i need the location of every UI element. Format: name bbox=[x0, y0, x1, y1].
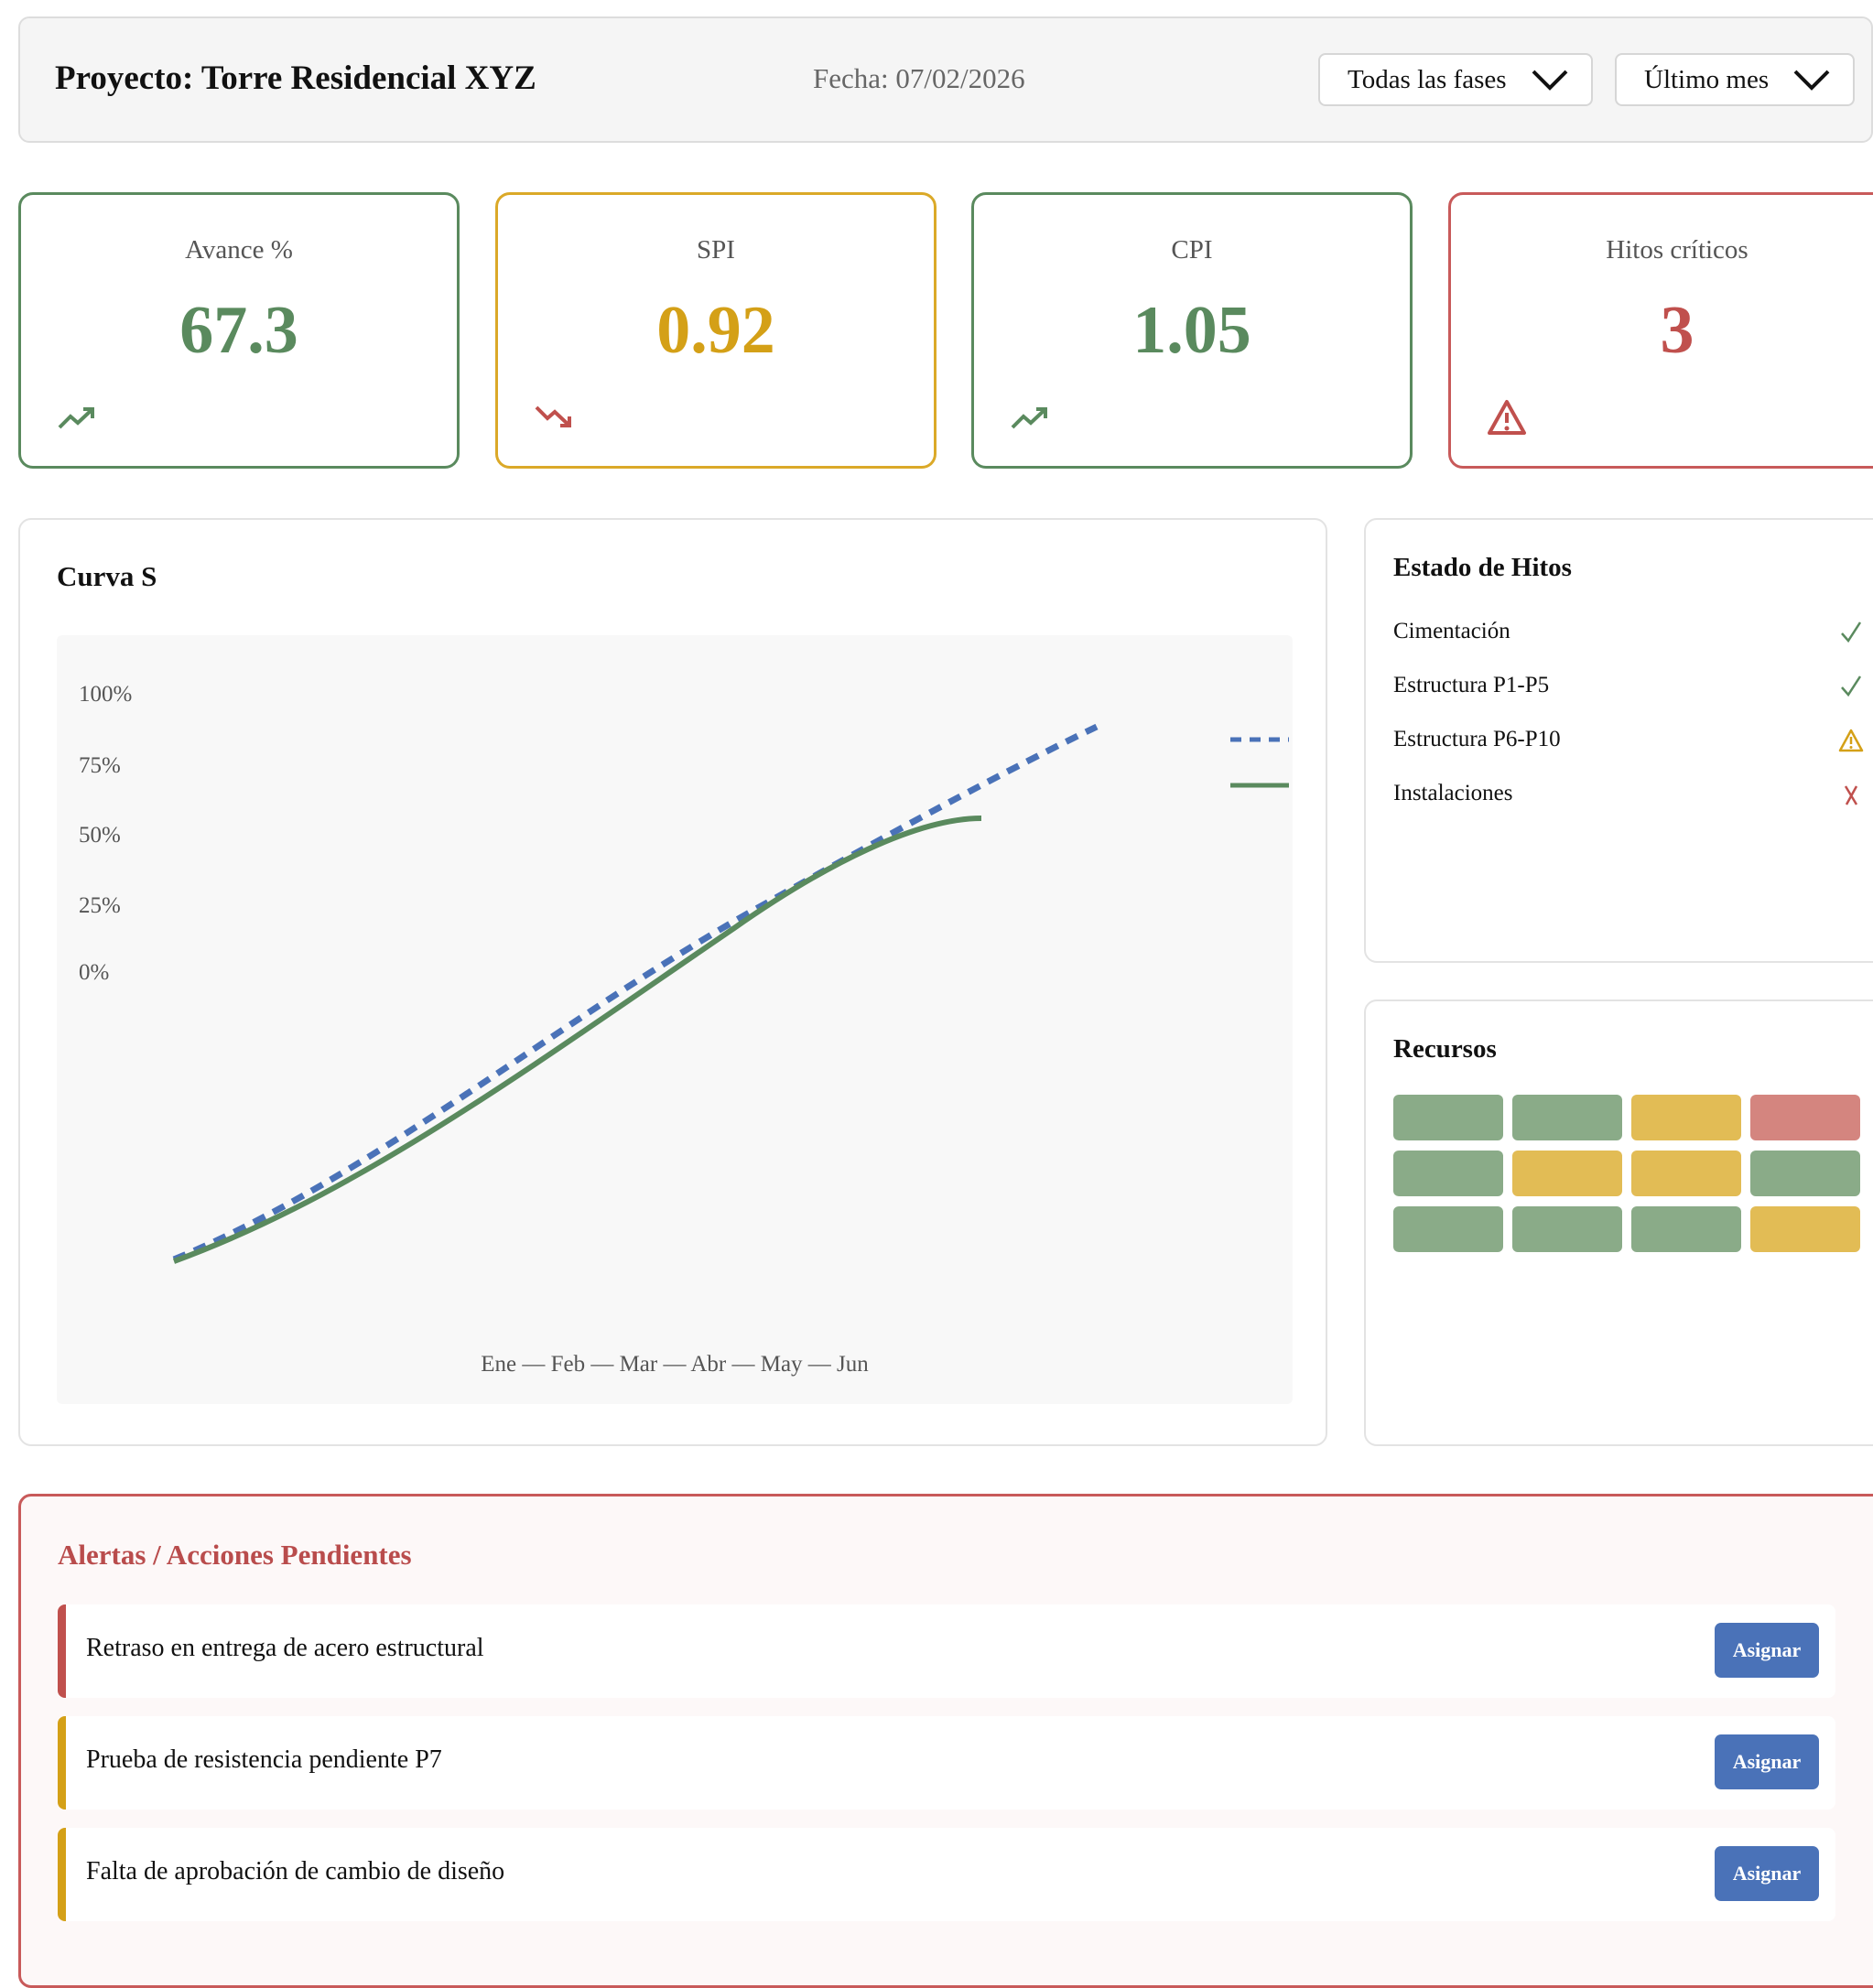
period-filter-value: Último mes bbox=[1644, 64, 1770, 94]
resource-cell-green bbox=[1750, 1151, 1860, 1196]
milestones-panel: Estado de Hitos Cimentación Estructura P… bbox=[1364, 518, 1873, 963]
alert-item: Prueba de resistencia pendiente P7 Asign… bbox=[58, 1716, 1835, 1810]
alert-text: Prueba de resistencia pendiente P7 bbox=[86, 1745, 442, 1774]
s-curve-panel: Curva S 100% 75% 50% 25% 0% Pl Re Ene — … bbox=[18, 518, 1327, 1446]
warning-icon bbox=[1838, 729, 1864, 752]
kpi-card-cpi: CPI 1.05 bbox=[971, 192, 1413, 469]
milestone-item: Cimentación bbox=[1393, 619, 1864, 655]
kpi-value: 3 bbox=[1660, 293, 1694, 368]
alerts-title: Alertas / Acciones Pendientes bbox=[58, 1539, 412, 1571]
kpi-value: 67.3 bbox=[179, 293, 298, 368]
s-curve-title: Curva S bbox=[57, 560, 157, 592]
dashboard-header: Proyecto: Torre Residencial XYZ Fecha: 0… bbox=[18, 16, 1873, 143]
assign-button[interactable]: Asignar bbox=[1715, 1846, 1819, 1901]
chevron-down-icon bbox=[1532, 70, 1568, 91]
trending-up-icon bbox=[1011, 407, 1047, 429]
phase-filter-select[interactable]: Todas las fases bbox=[1318, 53, 1593, 106]
resource-cell-green bbox=[1631, 1206, 1741, 1252]
s-curve-chart: 100% 75% 50% 25% 0% Pl Re Ene — Feb — Ma… bbox=[57, 635, 1293, 1404]
warning-icon bbox=[1488, 400, 1526, 435]
project-title: Proyecto: Torre Residencial XYZ bbox=[55, 59, 536, 97]
resources-title: Recursos bbox=[1393, 1034, 1497, 1064]
kpi-card-avance: Avance % 67.3 bbox=[18, 192, 460, 469]
y-tick-label: 25% bbox=[79, 893, 121, 918]
resource-cell-yellow bbox=[1631, 1095, 1741, 1140]
kpi-card-spi: SPI 0.92 bbox=[495, 192, 936, 469]
milestone-name: Estructura P1-P5 bbox=[1393, 673, 1550, 697]
milestone-name: Estructura P6-P10 bbox=[1393, 727, 1561, 751]
chevron-down-icon bbox=[1793, 70, 1830, 91]
real-series-line bbox=[172, 816, 982, 1264]
resource-cell-yellow bbox=[1631, 1151, 1741, 1196]
kpi-label: CPI bbox=[1171, 235, 1213, 265]
milestone-name: Instalaciones bbox=[1393, 781, 1513, 805]
y-tick-label: 75% bbox=[79, 753, 121, 778]
y-tick-label: 100% bbox=[79, 682, 132, 707]
kpi-label: Hitos críticos bbox=[1606, 235, 1748, 265]
phase-filter-value: Todas las fases bbox=[1348, 64, 1507, 94]
resource-cell-green bbox=[1512, 1206, 1622, 1252]
kpi-card-hitos-criticos: Hitos críticos 3 bbox=[1448, 192, 1873, 469]
milestone-name: Cimentación bbox=[1393, 619, 1510, 643]
resource-cell-green bbox=[1512, 1095, 1622, 1140]
alert-item: Retraso en entrega de acero estructural … bbox=[58, 1604, 1835, 1698]
assign-button[interactable]: Asignar bbox=[1715, 1734, 1819, 1789]
x-axis-label: Ene — Feb — Mar — Abr — May — Jun bbox=[481, 1352, 869, 1377]
trending-down-icon bbox=[535, 405, 571, 427]
cross-icon bbox=[1844, 785, 1858, 805]
kpi-label: SPI bbox=[697, 235, 735, 265]
trending-up-icon bbox=[58, 407, 94, 429]
resource-cell-red bbox=[1750, 1095, 1860, 1140]
resource-cell-yellow bbox=[1512, 1151, 1622, 1196]
period-filter-select[interactable]: Último mes bbox=[1615, 53, 1855, 106]
resources-panel: Recursos bbox=[1364, 999, 1873, 1446]
alert-item: Falta de aprobación de cambio de diseño … bbox=[58, 1828, 1835, 1921]
s-curve-svg: 100% 75% 50% 25% 0% Pl Re Ene — Feb — Ma… bbox=[79, 682, 1289, 1377]
kpi-value: 0.92 bbox=[656, 293, 775, 368]
kpi-value: 1.05 bbox=[1132, 293, 1251, 368]
assign-button[interactable]: Asignar bbox=[1715, 1623, 1819, 1678]
resource-cell-green bbox=[1393, 1151, 1503, 1196]
milestone-item: Instalaciones bbox=[1393, 781, 1864, 817]
kpi-label: Avance % bbox=[185, 235, 293, 265]
check-icon bbox=[1841, 675, 1862, 697]
resources-heatmap bbox=[1393, 1095, 1866, 1252]
resource-cell-green bbox=[1393, 1095, 1503, 1140]
check-icon bbox=[1841, 621, 1862, 643]
milestone-item: Estructura P6-P10 bbox=[1393, 727, 1864, 763]
alert-text: Retraso en entrega de acero estructural bbox=[86, 1634, 484, 1662]
resource-cell-yellow bbox=[1750, 1206, 1860, 1252]
date-label: Fecha: 07/02/2026 bbox=[813, 62, 1025, 94]
resource-cell-green bbox=[1393, 1206, 1503, 1252]
y-tick-label: 0% bbox=[79, 960, 109, 985]
alert-text: Falta de aprobación de cambio de diseño bbox=[86, 1857, 505, 1885]
milestone-item: Estructura P1-P5 bbox=[1393, 673, 1864, 709]
milestones-title: Estado de Hitos bbox=[1393, 553, 1572, 582]
y-tick-label: 50% bbox=[79, 823, 121, 848]
alerts-panel: Alertas / Acciones Pendientes Retraso en… bbox=[18, 1494, 1873, 1988]
